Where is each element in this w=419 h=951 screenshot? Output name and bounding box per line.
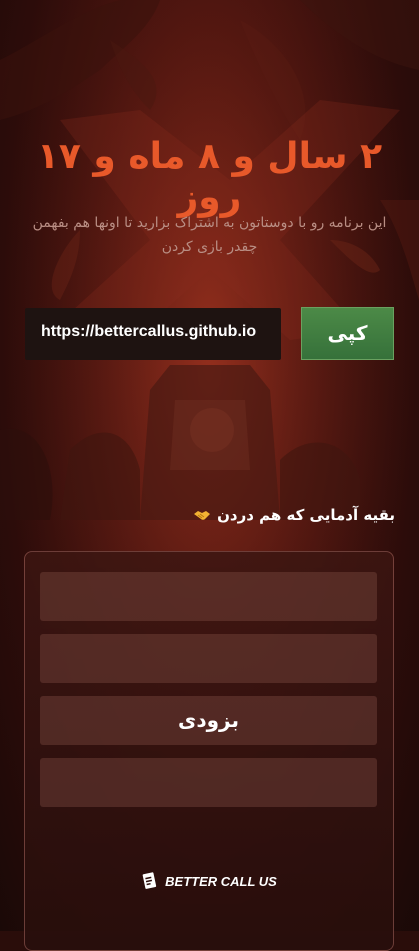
user-slot[interactable]: بزودی [40,696,377,745]
share-description: این برنامه رو با دوستاتون به اشتراک بزار… [32,215,387,255]
brand-name: BETTER CALL US [165,873,277,889]
document-icon [142,872,157,889]
user-slot[interactable] [40,634,377,683]
others-heading: بقیه آدمایی که هم دردن [193,506,395,524]
play-time-title: ۲ سال و ۸ ماه و ۱۷ روز [36,136,383,218]
share-url-field[interactable]: https://bettercallus.github.io [25,308,281,360]
brand-logo[interactable]: BETTER CALL US [0,871,419,891]
user-slot[interactable] [40,758,377,807]
copy-button[interactable]: کپی [301,307,394,360]
others-label: بقیه آدمایی که هم دردن [217,506,395,524]
user-slot[interactable] [40,572,377,621]
others-panel: بزودی [24,551,394,951]
handshake-icon [194,511,211,520]
